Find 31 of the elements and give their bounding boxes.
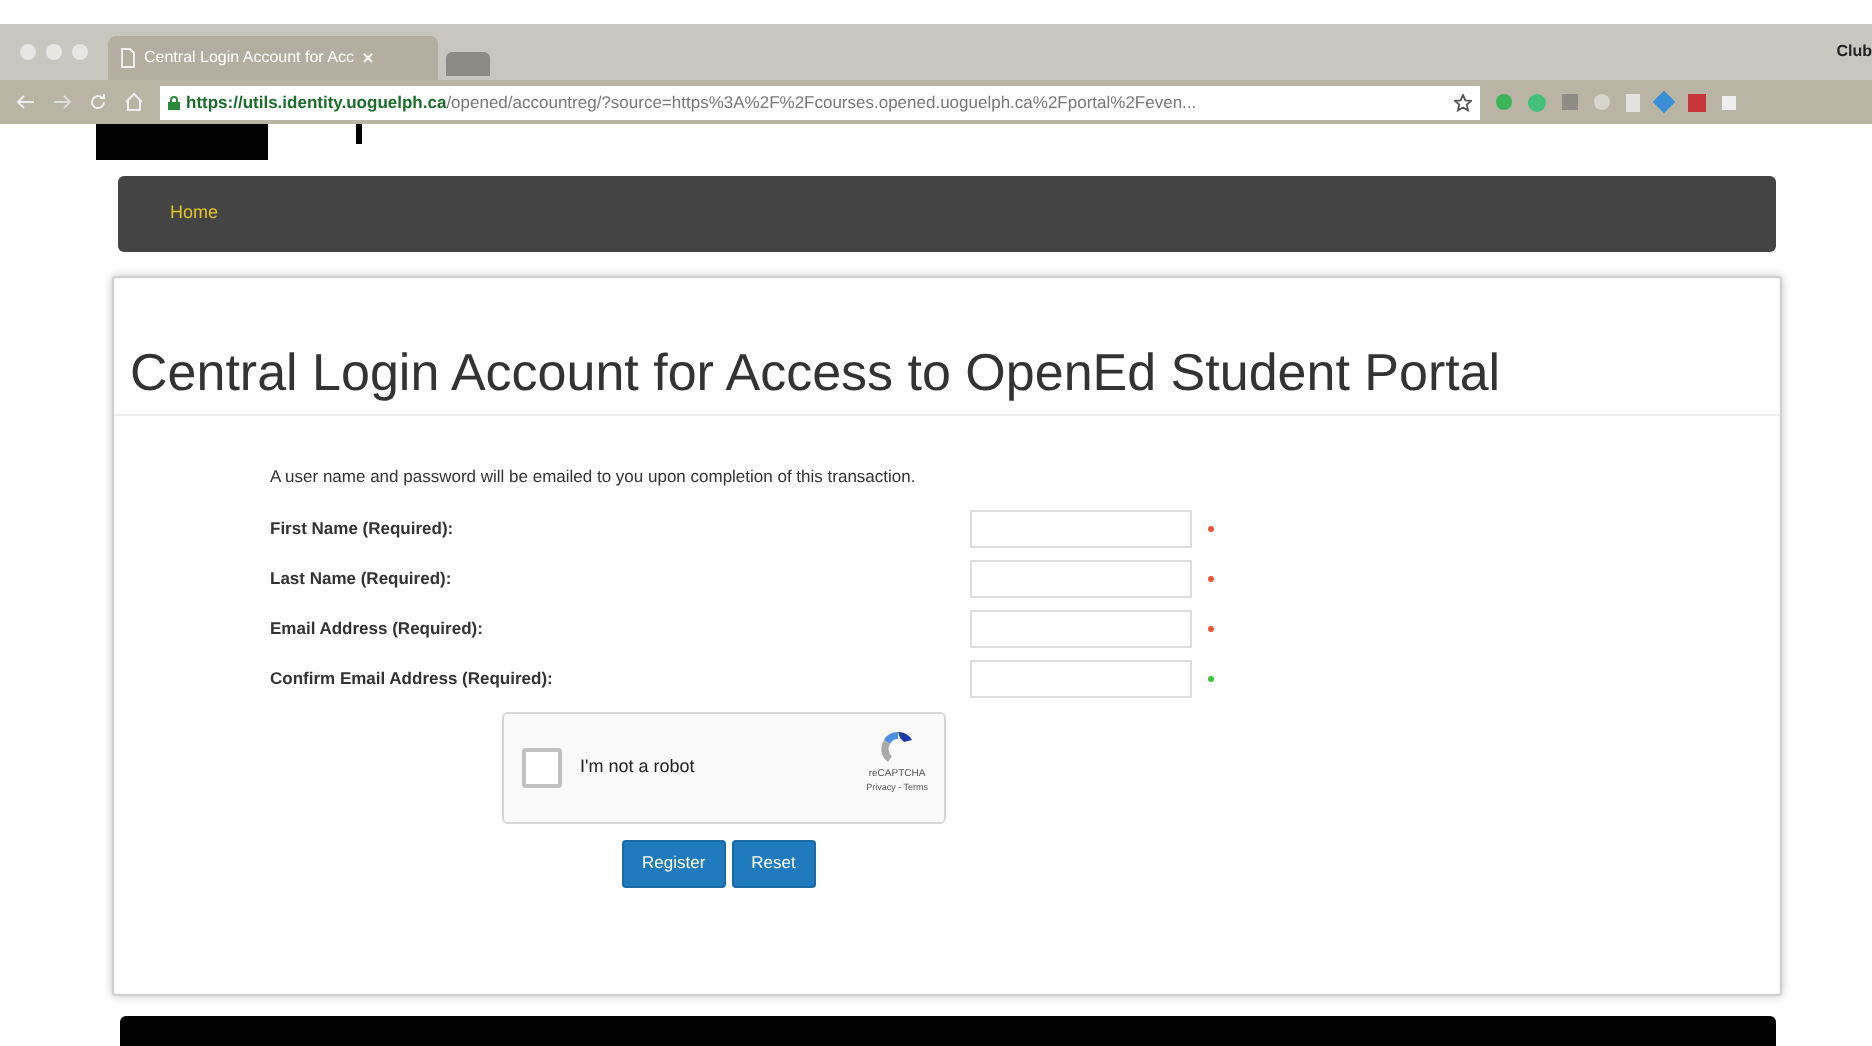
input-field[interactable] [970,510,1192,549]
nav-link[interactable]: Home [170,200,219,228]
captcha-label: I'm not a robot [580,754,695,780]
forward-icon[interactable] [52,92,72,112]
input-field[interactable] [970,660,1192,699]
input-field[interactable] [970,560,1192,599]
reload-icon[interactable] [88,92,108,112]
register-button[interactable]: Register [622,839,726,888]
reset-button[interactable]: Reset [731,839,816,888]
input-field[interactable] [970,610,1192,649]
intro-text: A user name and password will be emailed to you upon completion of this transaction. [270,464,918,490]
address-bar[interactable]: https://utils.identity.uoguelph.ca/opened/accountreg/?source=https%3A%2F%2Fcourses.opened.uoguelph.ca%2Fportal%2Feven... [160,85,1480,119]
field-label: Confirm Email Address (Required): [270,666,555,693]
page-icon [120,48,136,68]
star-icon[interactable] [1454,93,1472,111]
extension-icon[interactable] [1652,90,1676,114]
profile-name[interactable]: Club [1836,40,1872,64]
home-icon[interactable] [124,92,144,112]
new-tab-button[interactable] [446,52,490,76]
tab-title: Central Login Account for Acc [144,46,354,70]
field-label: First Name (Required): [270,516,456,543]
url-text: https://utils.identity.uoguelph.ca/opened/accountreg/?source=https%3A%2F%2Fcourses.opened.uoguelph.ca%2Fportal%2Feven... [186,89,1197,115]
field-label: Last Name (Required): [270,566,454,593]
extension-icon[interactable] [1722,95,1736,109]
lock-icon [168,95,180,109]
redacted-mark [356,124,362,144]
back-icon[interactable] [16,92,36,112]
field-label: Email Address (Required): [270,616,485,643]
page-title: Central Login Account for Access to OpenEd Student Portal [128,340,1503,406]
captcha-checkbox[interactable] [522,747,562,788]
close-icon[interactable] [361,52,374,64]
